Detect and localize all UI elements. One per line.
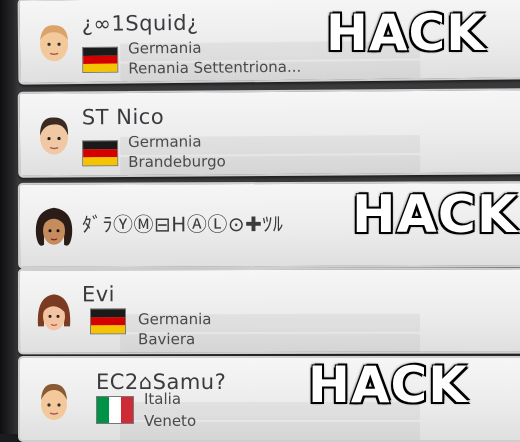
mii-avatar-icon — [35, 207, 73, 246]
hack-label: HACK — [308, 356, 468, 414]
mii-avatar-icon — [40, 117, 69, 155]
italy-flag-icon — [96, 396, 134, 424]
germany-flag-icon — [82, 46, 119, 73]
mii-avatar-icon — [37, 294, 71, 331]
player-row[interactable]: ST Nico Germania Brandeburgo — [17, 88, 520, 178]
hack-label: HACK — [352, 185, 519, 245]
player-region: Baviera — [138, 330, 196, 349]
player-name: ¿∞1Squid¿ — [81, 10, 199, 36]
player-country: Germania — [127, 132, 202, 152]
player-country: Germania — [127, 38, 202, 58]
germany-flag-icon — [89, 308, 127, 335]
player-name: Evi — [81, 282, 116, 307]
player-region: Brandeburgo — [128, 152, 226, 172]
player-name: ST Nico — [81, 104, 165, 130]
player-row[interactable]: Evi Germania Baviera — [17, 267, 520, 355]
player-country: Italia — [144, 390, 182, 408]
mii-avatar-icon — [40, 25, 69, 62]
player-country: Germania — [137, 310, 212, 329]
player-region: Veneto — [144, 412, 197, 430]
player-region: Renania Settentriona... — [128, 57, 302, 78]
player-list-screen: ¿∞1Squid¿ Germania Renania Settentriona.… — [0, 0, 520, 442]
mii-avatar-icon — [41, 383, 67, 420]
hack-label: HACK — [326, 4, 486, 62]
germany-flag-icon — [82, 140, 119, 167]
player-name: ﾀﾞﾗⓎⓂ︎⊟HⒶⓁ⊙✚ﾂﾙ — [81, 211, 284, 237]
